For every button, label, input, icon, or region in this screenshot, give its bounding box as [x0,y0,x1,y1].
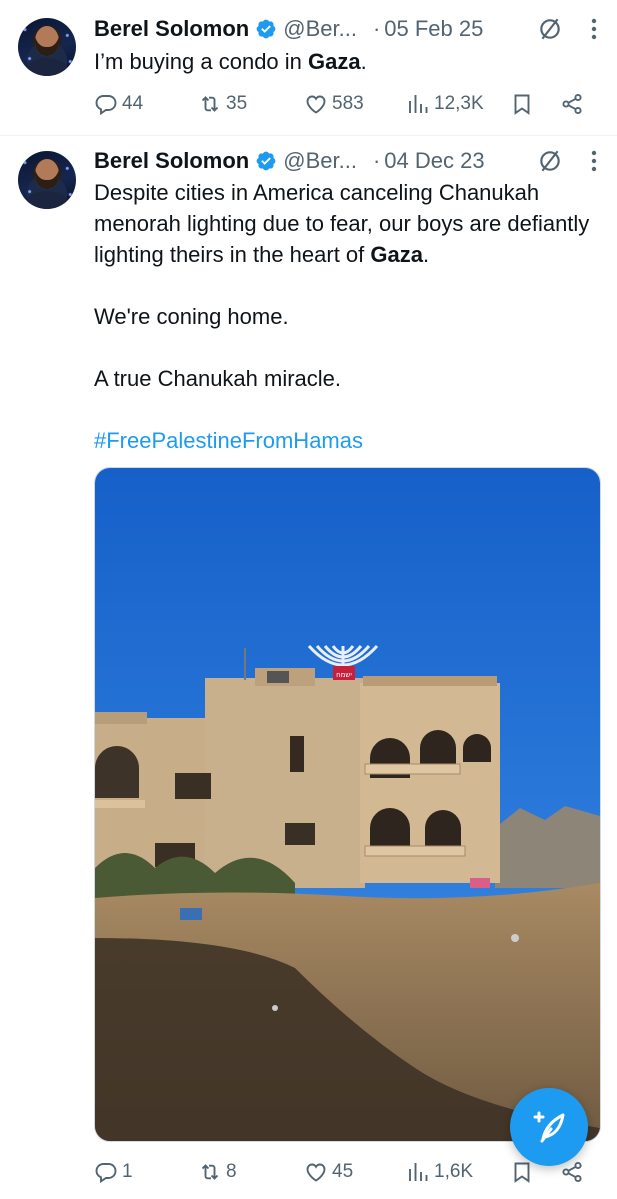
tweet-date[interactable]: 04 Dec 23 [384,148,484,174]
like-count: 45 [332,1161,354,1182]
verified-badge-icon [255,18,277,40]
repost-button[interactable]: 35 [198,88,247,120]
bookmark-icon [510,1160,534,1184]
like-button[interactable]: 45 [304,1156,353,1188]
compose-button[interactable] [510,1088,588,1166]
tweet-paragraph: We're coning home. [94,304,289,329]
repost-button[interactable]: 8 [198,1156,237,1188]
author-name[interactable]: Berel Solomon [94,16,249,42]
tweet-1[interactable]: Berel Solomon @Ber... · 05 Feb 25 I’m bu… [0,0,617,136]
views-icon [406,1160,430,1184]
more-icon[interactable] [591,150,597,172]
bookmark-button[interactable] [510,88,538,120]
tweet-paragraph: A true Chanukah miracle. [94,366,342,391]
separator-dot: · [372,16,381,41]
tweet-text-part: . [422,242,430,267]
author-handle[interactable]: @Ber... [283,148,357,174]
tweet-photo[interactable]: ישמח [94,467,601,1142]
reply-button[interactable]: 1 [94,1156,133,1188]
author-name[interactable]: Berel Solomon [94,148,249,174]
tweet-text-part: Despite cities in America canceling Chan… [94,180,590,267]
like-icon [304,1160,328,1184]
grok-icon[interactable] [537,16,563,42]
reply-icon [94,1160,118,1184]
separator-dot: · [372,148,381,173]
author-handle[interactable]: @Ber... [283,16,357,42]
views-count: 12,3K [434,93,484,114]
tweet-header: Berel Solomon @Ber... · 04 Dec 23 [94,146,597,176]
reply-count: 1 [122,1161,133,1182]
avatar[interactable] [18,151,76,209]
action-bar: 1 8 45 1,6K [94,1156,594,1188]
verified-badge-icon [255,150,277,172]
more-icon[interactable] [591,18,597,40]
like-button[interactable]: 583 [304,88,364,120]
share-icon [560,1160,584,1184]
like-count: 583 [332,93,364,114]
views-button[interactable]: 1,6K [406,1156,473,1188]
tweet-text-part: I’m buying a condo in [94,49,309,74]
reply-count: 44 [122,93,144,114]
reply-button[interactable]: 44 [94,88,143,120]
repost-icon [198,92,222,116]
action-bar: 44 35 583 12,3K [94,88,594,120]
repost-count: 35 [226,93,248,114]
views-count: 1,6K [434,1161,474,1182]
hashtag-link[interactable]: #FreePalestineFromHamas [94,425,597,456]
tweet-text: I’m buying a condo in Gaza. [94,46,597,77]
repost-count: 8 [226,1161,237,1182]
tweet-text-bold: Gaza [308,49,361,74]
reply-icon [94,92,118,116]
building-photo: ישמח [95,468,600,1141]
tweet-text-part: . [360,49,367,74]
tweet-text: Despite cities in America canceling Chan… [94,177,597,456]
tweet-paragraph: Despite cities in America canceling Chan… [94,177,597,270]
repost-icon [198,1160,222,1184]
bookmark-icon [510,92,534,116]
avatar[interactable] [18,18,76,76]
views-icon [406,92,430,116]
like-icon [304,92,328,116]
tweet-date[interactable]: 05 Feb 25 [384,16,483,42]
menorah-sign: ישמח [336,671,352,679]
views-button[interactable]: 12,3K [406,88,484,120]
grok-icon[interactable] [537,148,563,174]
tweet-header: Berel Solomon @Ber... · 05 Feb 25 [94,14,597,44]
compose-icon [533,1111,565,1143]
share-icon [560,92,584,116]
tweet-text-bold: Gaza [370,242,423,267]
share-button[interactable] [560,88,588,120]
